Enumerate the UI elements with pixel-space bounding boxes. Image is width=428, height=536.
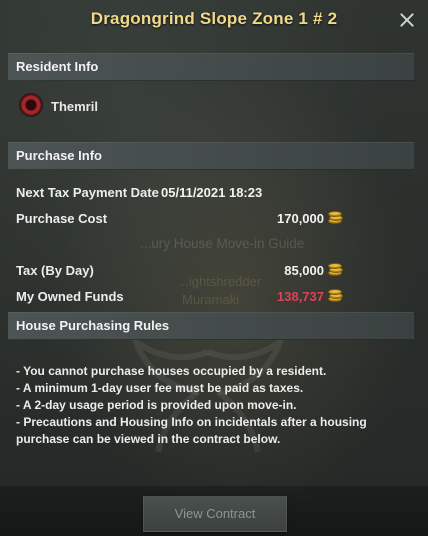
purchase-info-title: Purchase Info bbox=[16, 148, 102, 163]
owned-funds-value: 138,737 bbox=[277, 289, 324, 304]
rule-line: - You cannot purchase houses occupied by… bbox=[16, 364, 327, 378]
background-scene-name: Muramaki bbox=[182, 292, 240, 307]
window-title: Dragongrind Slope Zone 1 # 2 bbox=[90, 9, 338, 28]
next-tax-value: 05/11/2021 18:23 bbox=[161, 185, 263, 200]
house-purchase-window: ...ury House Move-in Guide ...ightshredd… bbox=[0, 0, 428, 536]
guild-emblem-icon bbox=[20, 94, 42, 116]
tax-label: Tax (By Day) bbox=[16, 263, 94, 278]
gold-coin-icon bbox=[328, 263, 343, 276]
close-icon[interactable] bbox=[398, 11, 416, 29]
rule-line: - A minimum 1-day user fee must be paid … bbox=[16, 381, 304, 395]
gold-coin-icon bbox=[328, 211, 343, 224]
purchasing-rules-header: House Purchasing Rules bbox=[8, 312, 414, 340]
next-tax-label: Next Tax Payment Date bbox=[16, 185, 159, 200]
rule-line: - A 2-day usage period is provided upon … bbox=[16, 398, 297, 412]
gold-coin-icon bbox=[328, 289, 343, 302]
rule-line: - Precautions and Housing Info on incide… bbox=[16, 415, 367, 446]
owned-funds-label: My Owned Funds bbox=[16, 289, 124, 304]
purchasing-rules-title: House Purchasing Rules bbox=[16, 318, 170, 333]
tax-value: 85,000 bbox=[284, 263, 324, 278]
resident-info-title: Resident Info bbox=[16, 59, 99, 74]
purchase-cost-label: Purchase Cost bbox=[16, 211, 108, 226]
resident-info-header: Resident Info bbox=[8, 53, 414, 81]
background-scene-title: ...ury House Move-in Guide bbox=[140, 236, 305, 251]
background-scene-text: ...ightshredder bbox=[178, 274, 262, 289]
resident-name: Themril bbox=[51, 99, 98, 114]
purchase-info-header: Purchase Info bbox=[8, 142, 414, 170]
purchase-cost-value: 170,000 bbox=[277, 211, 324, 226]
view-contract-button[interactable]: View Contract bbox=[143, 496, 287, 532]
purchasing-rules-text: - You cannot purchase houses occupied by… bbox=[16, 363, 376, 448]
